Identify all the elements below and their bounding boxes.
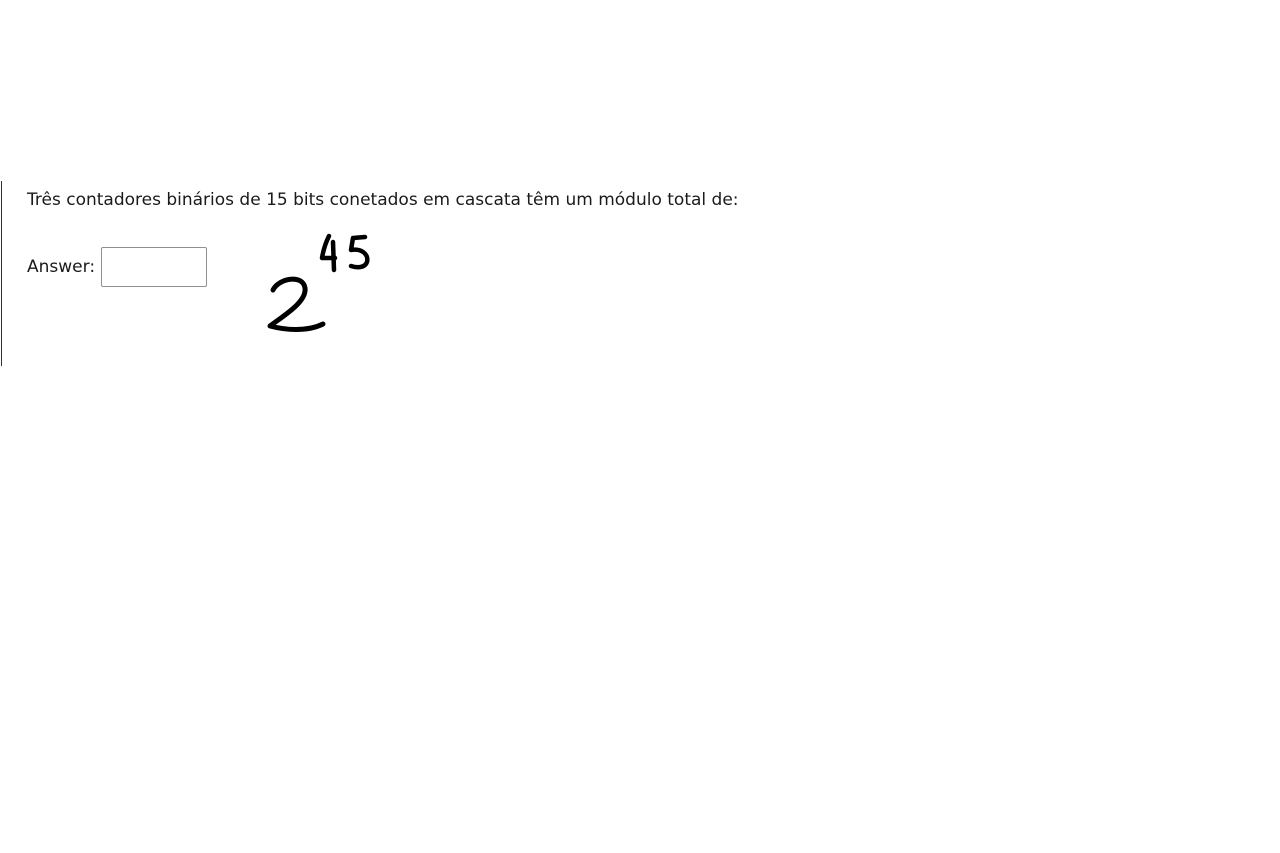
handwritten-digit-4 <box>319 233 338 273</box>
answer-label: Answer: <box>27 257 96 277</box>
question-text: Três contadores binários de 15 bits cone… <box>27 190 739 210</box>
handwritten-digit-2 <box>267 276 326 332</box>
question-block: Três contadores binários de 15 bits cone… <box>1 181 901 366</box>
answer-input[interactable] <box>101 247 208 287</box>
answer-row: Answer: <box>27 247 208 287</box>
handwritten-annotation: 2 45 <box>267 233 370 332</box>
handwritten-digit-5 <box>348 234 370 270</box>
